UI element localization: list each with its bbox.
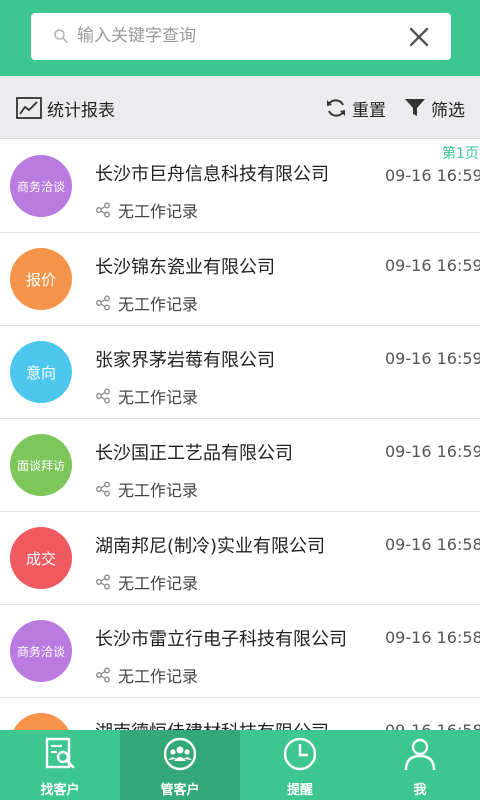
stats-report-button[interactable]: 统计报表	[16, 96, 115, 121]
work-record-label: 无工作记录	[118, 481, 199, 500]
tab-me-label: 我	[413, 783, 427, 798]
record-time: 09-16 16:59	[385, 349, 480, 368]
filter-button[interactable]: 筛选	[404, 96, 465, 121]
list-item[interactable]: 商务洽谈 长沙市雷立行电子科技有限公司 09-16 16:58 无工作记录	[0, 605, 480, 698]
company-name: 湖南邦尼(制冷)实业有限公司	[95, 536, 326, 557]
search-input[interactable]: 输入关键字查询	[31, 13, 451, 60]
work-record: 无工作记录	[95, 291, 198, 315]
company-name: 长沙锦东瓷业有限公司	[95, 257, 275, 278]
company-name: 长沙国正工艺品有限公司	[95, 443, 293, 464]
work-record: 无工作记录	[95, 570, 198, 594]
customer-list[interactable]: 商务洽谈 长沙市巨舟信息科技有限公司 09-16 16:59 无工作记录 第1页…	[0, 140, 480, 730]
stats-report-label: 统计报表	[47, 100, 115, 121]
tab-reminder[interactable]: 提醒	[240, 730, 360, 800]
share-icon	[96, 481, 110, 497]
status-badge: 商务洽谈	[10, 155, 72, 217]
status-badge: 报价	[10, 248, 72, 310]
page-indicator: 第1页	[442, 146, 479, 162]
record-time: 09-16 16:59	[385, 166, 480, 185]
list-item[interactable]: 成交 湖南邦尼(制冷)实业有限公司 09-16 16:58 无工作记录	[0, 512, 480, 605]
record-time: 09-16 16:59	[385, 442, 480, 461]
list-item[interactable]: 面谈拜访 长沙国正工艺品有限公司 09-16 16:59 无工作记录	[0, 419, 480, 512]
company-name: 湖南德恒佳建材科技有限公司	[95, 718, 329, 730]
list-item[interactable]: 商务洽谈 长沙市巨舟信息科技有限公司 09-16 16:59 无工作记录 第1页	[0, 140, 480, 233]
manage-customer-icon	[163, 737, 197, 771]
work-record-label: 无工作记录	[118, 388, 199, 407]
record-time: 09-16 16:58	[385, 628, 480, 647]
tab-manage-customer-label: 管客户	[160, 783, 200, 798]
status-badge: 面谈拜访	[10, 434, 72, 496]
chart-icon	[16, 97, 42, 119]
work-record: 无工作记录	[95, 384, 198, 408]
company-name: 长沙市雷立行电子科技有限公司	[95, 629, 347, 650]
share-icon	[96, 667, 110, 683]
work-record-label: 无工作记录	[118, 295, 199, 314]
reset-button[interactable]: 重置	[325, 96, 386, 121]
tab-me[interactable]: 我	[360, 730, 480, 800]
find-customer-icon	[45, 737, 75, 769]
list-item[interactable]: 湖南德恒佳建材科技有限公司 09-16 16:58	[0, 698, 480, 730]
refresh-icon	[327, 99, 345, 117]
company-name: 张家界茅岩莓有限公司	[95, 350, 275, 371]
tab-find-customer-label: 找客户	[40, 783, 80, 798]
search-placeholder: 输入关键字查询	[77, 26, 196, 46]
close-icon[interactable]	[407, 25, 431, 49]
share-icon	[96, 388, 110, 404]
list-item[interactable]: 报价 长沙锦东瓷业有限公司 09-16 16:59 无工作记录	[0, 233, 480, 326]
list-item[interactable]: 意向 张家界茅岩莓有限公司 09-16 16:59 无工作记录	[0, 326, 480, 419]
work-record: 无工作记录	[95, 477, 198, 501]
status-badge	[10, 713, 72, 730]
status-badge: 商务洽谈	[10, 620, 72, 682]
record-time: 09-16 16:58	[385, 535, 480, 554]
share-icon	[96, 574, 110, 590]
person-icon	[404, 738, 436, 771]
tab-manage-customer[interactable]: 管客户	[120, 730, 240, 800]
share-icon	[96, 295, 110, 311]
work-record-label: 无工作记录	[118, 667, 199, 686]
work-record-label: 无工作记录	[118, 202, 199, 221]
clock-icon	[283, 737, 317, 771]
company-name: 长沙市巨舟信息科技有限公司	[95, 164, 329, 185]
header-bar: 输入关键字查询	[0, 0, 480, 76]
record-time: 09-16 16:59	[385, 256, 480, 275]
filter-icon	[405, 99, 425, 116]
bottom-tab-bar: 找客户 管客户 提醒 我	[0, 730, 480, 800]
reset-label: 重置	[352, 100, 386, 121]
work-record-label: 无工作记录	[118, 574, 199, 593]
work-record: 无工作记录	[95, 663, 198, 687]
record-time: 09-16 16:58	[385, 721, 480, 730]
tab-find-customer[interactable]: 找客户	[0, 730, 120, 800]
toolbar: 统计报表 重置 筛选	[0, 76, 480, 139]
share-icon	[96, 202, 110, 218]
status-badge: 成交	[10, 527, 72, 589]
filter-label: 筛选	[431, 100, 465, 121]
search-icon	[54, 29, 68, 43]
status-badge: 意向	[10, 341, 72, 403]
tab-reminder-label: 提醒	[286, 783, 313, 798]
work-record: 无工作记录	[95, 198, 198, 222]
